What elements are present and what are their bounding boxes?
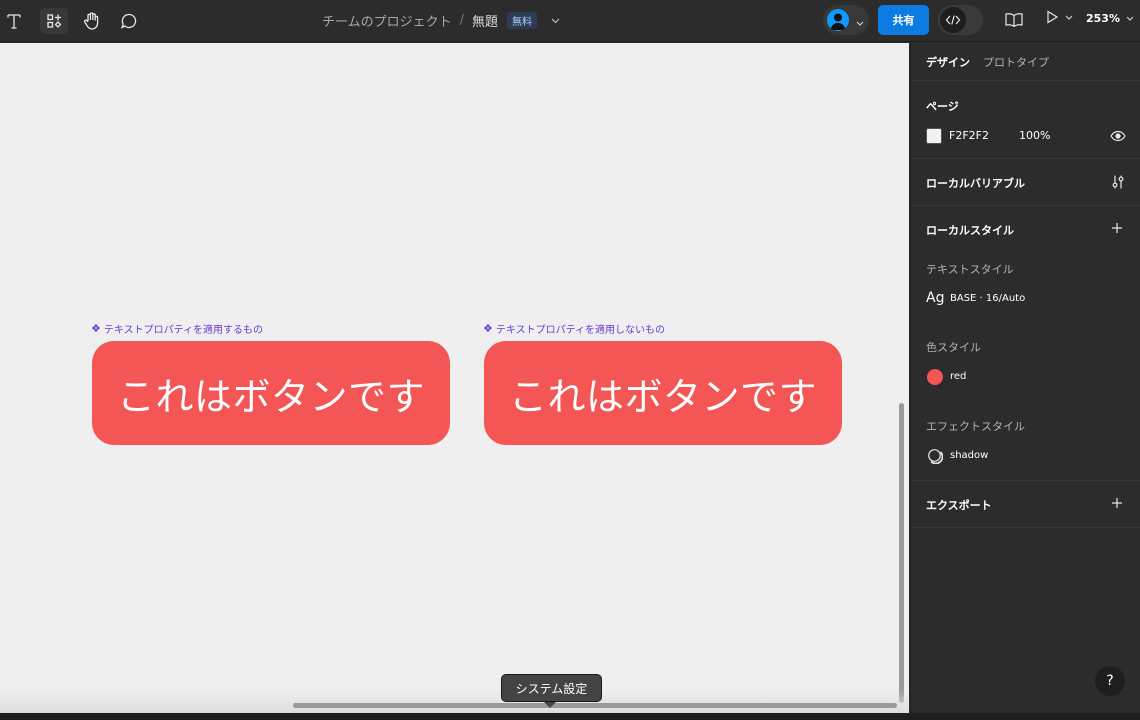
color-styles-title: 色スタイル — [926, 341, 981, 354]
plan-badge: 無料 — [507, 12, 538, 29]
breadcrumb: チームのプロジェクト / 無題 無料 — [322, 11, 561, 30]
chevron-down-icon — [1065, 15, 1073, 20]
component-label-text: テキストプロパティを適用しないもの — [495, 325, 665, 336]
tab-design[interactable]: デザイン — [926, 54, 970, 70]
user-menu-button[interactable] — [823, 5, 869, 35]
eye-icon[interactable] — [1110, 128, 1126, 147]
chevron-down-icon[interactable] — [551, 16, 561, 26]
share-button[interactable]: 共有 — [878, 5, 929, 35]
page-color-hex[interactable]: F2F2F2 — [949, 129, 989, 142]
color-style-item[interactable]: red — [950, 371, 966, 382]
text-styles-title: テキストスタイル — [926, 263, 1014, 276]
component-button[interactable]: これはボタンです — [484, 341, 842, 445]
component-icon: ❖ — [483, 322, 493, 335]
divider — [911, 158, 1140, 159]
component-label-text: テキストプロパティを適用するもの — [103, 325, 263, 336]
component-label[interactable]: ❖ テキストプロパティを適用するもの — [91, 321, 263, 336]
code-icon — [940, 7, 966, 33]
divider — [911, 480, 1140, 481]
component-button[interactable]: これはボタンです — [92, 341, 450, 445]
effect-style-item[interactable]: shadow — [950, 450, 988, 461]
tooltip-arrow — [544, 702, 556, 708]
components-tool-icon[interactable] — [40, 8, 68, 34]
page-section-title: ページ — [926, 100, 959, 113]
play-icon — [1047, 10, 1059, 24]
canvas-bottom-shade — [0, 689, 909, 713]
zoom-menu[interactable]: 253% — [1086, 12, 1134, 25]
chevron-down-icon — [856, 11, 864, 30]
chevron-down-icon — [1126, 16, 1134, 21]
local-variables-title[interactable]: ローカルバリアブル — [926, 175, 1025, 191]
zoom-level: 253% — [1086, 12, 1120, 25]
design-canvas[interactable]: ❖ テキストプロパティを適用するもの これはボタンです ❖ テキストプロパティを… — [0, 43, 909, 713]
panel-tabs: デザイン プロトタイプ — [911, 43, 1140, 81]
library-book-icon[interactable] — [1003, 10, 1025, 30]
divider — [911, 527, 1140, 528]
component-label[interactable]: ❖ テキストプロパティを適用しないもの — [483, 321, 665, 336]
text-tool-icon[interactable] — [1, 8, 27, 34]
component-icon: ❖ — [91, 322, 101, 335]
color-style-swatch[interactable] — [927, 369, 943, 385]
project-name[interactable]: チームのプロジェクト — [322, 11, 452, 30]
effect-styles-title: エフェクトスタイル — [926, 420, 1025, 433]
window-bottom-edge — [0, 713, 1140, 720]
present-button[interactable] — [1045, 10, 1073, 24]
avatar — [827, 9, 849, 31]
hand-tool-icon[interactable] — [78, 8, 104, 34]
top-toolbar: チームのプロジェクト / 無題 無料 共有 253% — [0, 0, 1140, 42]
page-color-swatch[interactable] — [926, 128, 942, 144]
tab-prototype[interactable]: プロトタイプ — [983, 54, 1049, 70]
tooltip: システム設定 — [501, 674, 602, 702]
vertical-scrollbar[interactable] — [899, 403, 904, 703]
properties-panel: デザイン プロトタイプ ページ F2F2F2 100% ローカルバリアブル ロー… — [910, 43, 1140, 720]
comment-tool-icon[interactable] — [116, 8, 142, 34]
help-button[interactable]: ? — [1095, 666, 1125, 696]
breadcrumb-separator: / — [459, 13, 465, 28]
text-style-preview: Ag — [926, 290, 945, 306]
text-style-item[interactable]: BASE · 16/Auto — [950, 293, 1025, 304]
page-opacity[interactable]: 100% — [1019, 129, 1050, 142]
horizontal-scrollbar[interactable] — [293, 703, 897, 708]
local-styles-title: ローカルスタイル — [926, 224, 1014, 237]
export-title: エクスポート — [926, 499, 992, 512]
divider — [911, 205, 1140, 206]
add-export-plus-icon[interactable] — [1111, 497, 1123, 509]
dev-mode-toggle[interactable] — [938, 5, 983, 35]
add-style-plus-icon[interactable] — [1111, 222, 1123, 234]
sliders-icon[interactable] — [1110, 174, 1126, 190]
file-name[interactable]: 無題 — [472, 11, 498, 30]
drop-shadow-icon — [927, 448, 944, 468]
